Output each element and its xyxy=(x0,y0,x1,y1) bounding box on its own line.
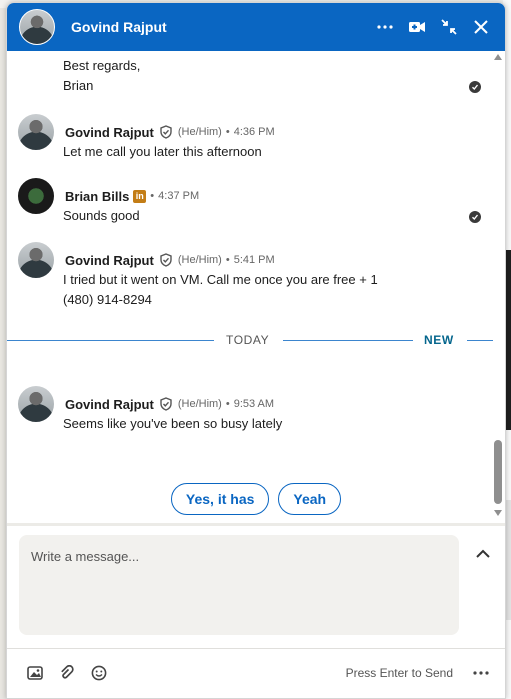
separator-dot: • xyxy=(225,398,230,410)
attach-icon xyxy=(61,665,74,679)
avatar[interactable] xyxy=(17,241,55,279)
attach-file-button[interactable] xyxy=(51,657,83,689)
message-text: I tried but it went on VM. Call me once … xyxy=(63,272,378,287)
scroll-up-icon[interactable] xyxy=(493,53,503,61)
avatar[interactable] xyxy=(17,177,55,215)
video-call-icon xyxy=(409,22,425,32)
more-icon xyxy=(377,25,393,29)
message-text: (480) 914-8294 xyxy=(63,292,152,307)
suggested-reply-button[interactable]: Yeah xyxy=(278,483,342,515)
composer-divider xyxy=(7,523,505,526)
read-receipt-icon xyxy=(469,211,481,223)
divider-line xyxy=(283,340,413,341)
close-icon xyxy=(474,20,488,34)
composer-toolbar: Press Enter to Send xyxy=(7,657,505,689)
verified-icon xyxy=(159,125,173,139)
chat-window: Govind Rajput Best regards, Brian Govind… xyxy=(6,2,506,699)
chat-header[interactable]: Govind Rajput xyxy=(7,3,505,51)
emoji-icon xyxy=(91,665,107,681)
send-mode-toggle[interactable]: Press Enter to Send xyxy=(346,666,453,680)
sender-name[interactable]: Govind Rajput xyxy=(65,253,154,268)
minimize-icon xyxy=(441,19,457,35)
divider-line xyxy=(467,340,493,341)
read-receipt-icon xyxy=(469,81,481,93)
suggested-reply-button[interactable]: Yes, it has xyxy=(170,483,270,515)
divider-line xyxy=(7,340,214,341)
pronouns: (He/Him) xyxy=(177,254,222,266)
footer-divider xyxy=(7,648,505,649)
separator-dot: • xyxy=(225,254,230,266)
message-time: 4:36 PM xyxy=(233,126,275,138)
more-options-button[interactable] xyxy=(465,657,497,689)
sender-name[interactable]: Govind Rajput xyxy=(65,125,154,140)
message-text: Sounds good xyxy=(63,208,140,223)
scrollbar[interactable] xyxy=(493,51,503,525)
sender-name[interactable]: Govind Rajput xyxy=(65,397,154,412)
pronouns: (He/Him) xyxy=(177,126,222,138)
scrollbar-thumb[interactable] xyxy=(494,440,502,504)
video-call-button[interactable] xyxy=(401,11,433,43)
emoji-button[interactable] xyxy=(83,657,115,689)
expand-composer-button[interactable] xyxy=(469,539,497,567)
message-time: 5:41 PM xyxy=(233,254,275,266)
separator-dot: • xyxy=(150,190,155,202)
message-text: Seems like you've been so busy lately xyxy=(63,416,283,431)
conversation-title[interactable]: Govind Rajput xyxy=(71,19,369,35)
more-icon xyxy=(473,671,489,675)
close-button[interactable] xyxy=(465,11,497,43)
message-list[interactable]: Best regards, Brian Govind Rajput (He/Hi… xyxy=(7,51,505,525)
minimize-button[interactable] xyxy=(433,11,465,43)
message-text: Brian xyxy=(63,78,94,93)
message-text: Best regards, xyxy=(63,58,141,73)
message-time: 9:53 AM xyxy=(233,398,275,410)
linkedin-premium-icon: in xyxy=(133,189,147,203)
scroll-down-icon[interactable] xyxy=(493,509,503,517)
avatar[interactable] xyxy=(17,385,55,423)
separator-dot: • xyxy=(225,126,230,138)
suggested-replies: Yes, it has Yeah xyxy=(7,483,505,515)
image-icon xyxy=(27,666,43,680)
chevron-up-icon xyxy=(476,549,490,558)
avatar[interactable] xyxy=(19,9,55,45)
new-messages-label: NEW xyxy=(424,333,454,347)
message-text: Let me call you later this afternoon xyxy=(63,144,262,159)
attach-image-button[interactable] xyxy=(19,657,51,689)
verified-icon xyxy=(159,397,173,411)
sender-name[interactable]: Brian Bills xyxy=(65,189,129,204)
message-time: 4:37 PM xyxy=(158,190,200,202)
message-input[interactable] xyxy=(19,535,459,635)
verified-icon xyxy=(159,253,173,267)
more-options-button[interactable] xyxy=(369,11,401,43)
pronouns: (He/Him) xyxy=(177,398,222,410)
date-divider-label: TODAY xyxy=(226,333,270,347)
avatar[interactable] xyxy=(17,113,55,151)
